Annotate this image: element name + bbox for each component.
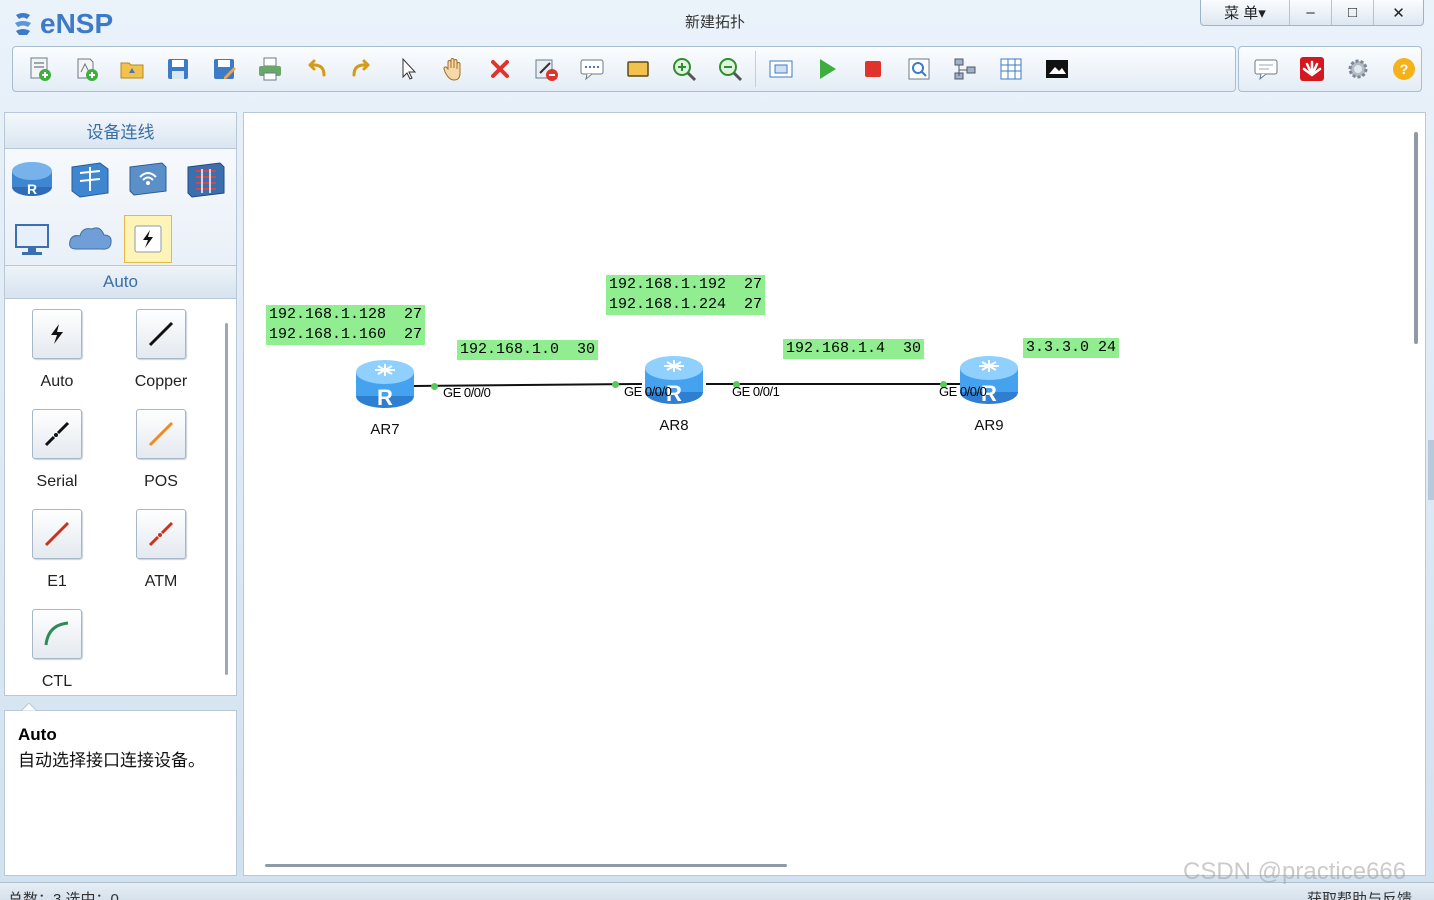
device-ar7[interactable]: R AR7	[353, 356, 417, 438]
network-label[interactable]: 3.3.3.0 24	[1023, 338, 1120, 358]
port-label: GE 0/0/0	[939, 384, 987, 399]
status-counts: 总数：3 选中：0	[8, 891, 119, 900]
port-label: GE 0/0/0	[443, 385, 491, 400]
network-label[interactable]: 192.168.1.4 30	[783, 339, 925, 359]
topology-links	[413, 383, 962, 387]
port-label: GE 0/0/0	[624, 384, 672, 399]
port-status-dot	[431, 383, 438, 390]
network-label[interactable]: 192.168.1.0 30	[457, 340, 599, 360]
ensp-window: eNSP 新建拓扑 菜 单▾ – □ ✕ ? 设备连线 R Auto Auto …	[0, 0, 1434, 900]
svg-text:R: R	[377, 385, 393, 410]
device-name: AR7	[370, 421, 400, 438]
watermark: CSDN @practice666	[1183, 858, 1407, 885]
help-feedback-link[interactable]: 获取帮助与反馈	[1307, 888, 1412, 900]
right-edge-tab[interactable]	[1428, 440, 1434, 500]
router-icon: R	[356, 360, 414, 410]
device-name: AR9	[974, 417, 1004, 434]
device-name: AR8	[659, 417, 689, 434]
network-label[interactable]: 192.168.1.128 27 192.168.1.160 27	[266, 305, 426, 345]
port-label: GE 0/0/1	[732, 384, 780, 399]
port-status-dot	[612, 381, 619, 388]
network-label[interactable]: 192.168.1.192 27 192.168.1.224 27	[606, 275, 766, 315]
